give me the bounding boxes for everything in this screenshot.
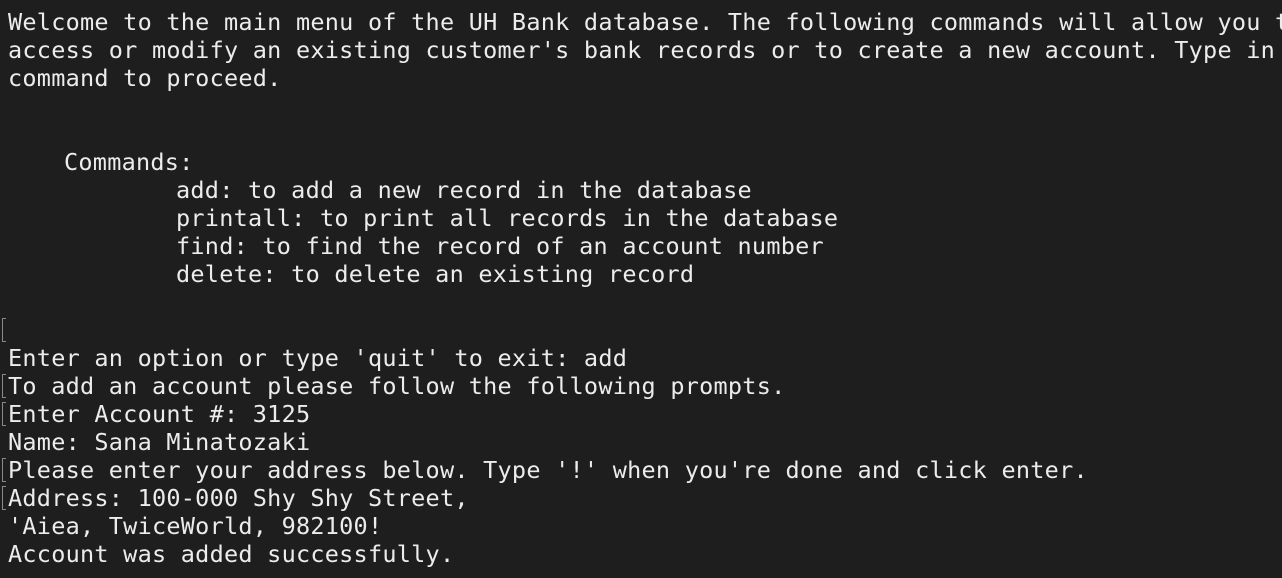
input-mark-icon (2, 402, 6, 426)
session-success: Account was added successfully. (8, 540, 455, 568)
session-account-number: Enter Account #: 3125 (2, 400, 1282, 428)
intro-line-3: command to proceed. (8, 64, 282, 92)
session-add-instructions: To add an account please follow the foll… (2, 372, 1282, 400)
command-printall: printall: to print all records in the da… (176, 204, 839, 232)
input-mark-icon (2, 458, 6, 482)
input-mark-icon (2, 486, 6, 510)
input-mark-icon (2, 318, 6, 342)
intro-line-2: access or modify an existing customer's … (8, 36, 1282, 64)
session-address-line-2: 'Aiea, TwiceWorld, 982100! (8, 512, 383, 540)
commands-header: Commands: (64, 148, 194, 176)
session-text: Address: 100-000 Shy Shy Street, (8, 484, 469, 512)
input-mark-icon (2, 374, 6, 398)
command-find: find: to find the record of an account n… (176, 232, 824, 260)
command-delete: delete: to delete an existing record (176, 260, 695, 288)
session-prompt: Enter an option or type 'quit' to exit: … (8, 344, 628, 372)
terminal-window[interactable]: Welcome to the main menu of the UH Bank … (0, 0, 1282, 578)
intro-line-1: Welcome to the main menu of the UH Bank … (8, 8, 1282, 36)
command-add: add: to add a new record in the database (176, 176, 752, 204)
session-text: Please enter your address below. Type '!… (8, 456, 1088, 484)
session-address-instructions: Please enter your address below. Type '!… (2, 456, 1282, 484)
session-address-line-1: Address: 100-000 Shy Shy Street, (2, 484, 1282, 512)
session-text: To add an account please follow the foll… (8, 372, 786, 400)
session-name: Name: Sana Minatozaki (8, 428, 311, 456)
session-text: Enter Account #: 3125 (8, 400, 311, 428)
input-marker-line (2, 316, 1282, 344)
